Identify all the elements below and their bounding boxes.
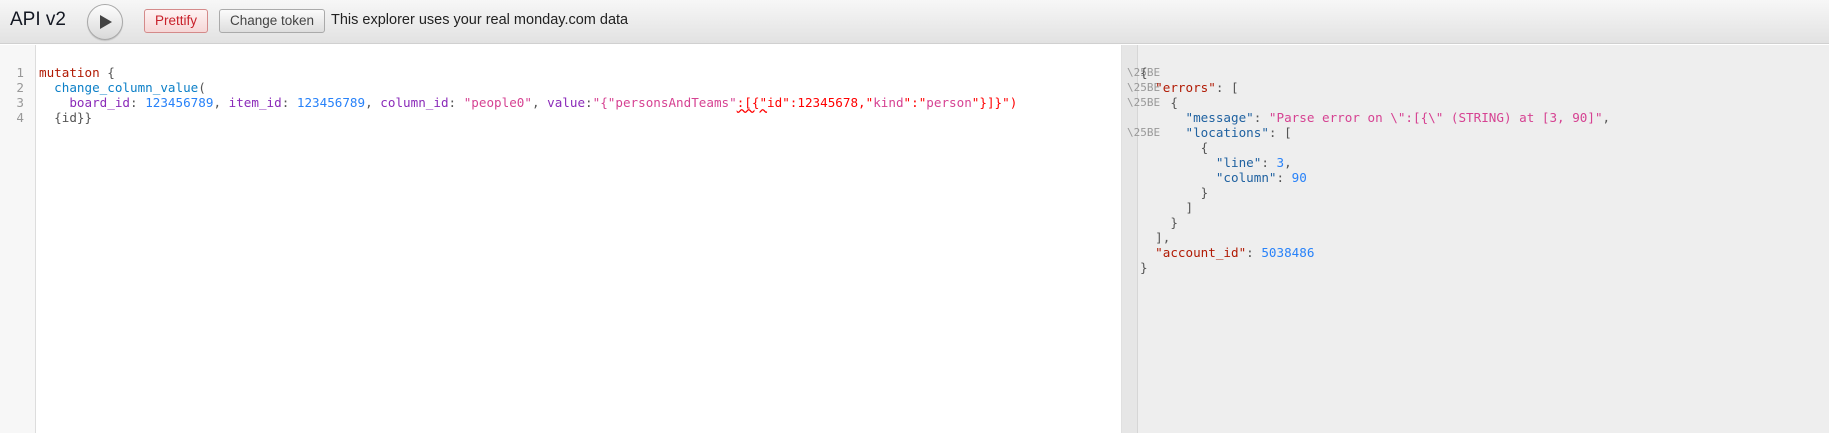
result-line: ] xyxy=(1140,200,1194,215)
query-editor[interactable]: 1 2 3 4 mutation { change_column_value( … xyxy=(0,45,1121,433)
punctuation-token: , xyxy=(531,95,548,110)
json-key: "column" xyxy=(1215,170,1277,185)
app-title: API v2 xyxy=(10,9,66,30)
punctuation-token: : xyxy=(281,95,297,110)
punctuation-token: : xyxy=(130,95,146,110)
result-line: } xyxy=(1140,215,1178,230)
punctuation-token: : xyxy=(1253,110,1269,125)
string-token: "people0" xyxy=(463,95,532,110)
field-token: change_column_value xyxy=(54,80,199,95)
punctuation-token: , xyxy=(365,95,381,110)
code-line[interactable]: change_column_value( xyxy=(39,80,206,95)
json-key: "locations" xyxy=(1185,125,1269,140)
line-number: 4 xyxy=(16,110,24,125)
argument-token: value xyxy=(547,95,586,110)
punctuation-token: ], xyxy=(1155,230,1171,245)
error-text-token: "}]}") xyxy=(971,95,1018,110)
line-number-gutter: 1 2 3 4 xyxy=(0,45,36,433)
result-line: "errors": [ xyxy=(1140,80,1239,95)
result-line: "account_id": 5038486 xyxy=(1140,245,1314,260)
line-number: 1 xyxy=(16,65,24,80)
json-number-value: 5038486 xyxy=(1261,245,1315,260)
result-line: "locations": [ xyxy=(1140,125,1292,140)
punctuation-token: : xyxy=(1246,245,1262,260)
result-line: { xyxy=(1140,65,1148,80)
punctuation-token: { xyxy=(1200,140,1209,155)
json-number-value: 90 xyxy=(1291,170,1307,185)
punctuation-token: : xyxy=(1276,170,1292,185)
code-line[interactable]: board_id: 123456789, item_id: 123456789,… xyxy=(39,95,1017,110)
punctuation-token: } xyxy=(1140,260,1148,275)
toolbar: API v2 Prettify Change token This explor… xyxy=(0,0,1829,44)
line-number: 2 xyxy=(16,80,24,95)
argument-token: item_id xyxy=(228,95,282,110)
error-text-token: id":12345678," xyxy=(767,95,874,110)
punctuation-token: } xyxy=(1200,185,1209,200)
string-token: "{"personsAndTeams" xyxy=(592,95,737,110)
run-query-button[interactable] xyxy=(87,4,123,40)
argument-token: board_id xyxy=(69,95,131,110)
line-number: 3 xyxy=(16,95,24,110)
json-key: "account_id" xyxy=(1155,245,1247,260)
result-line: { xyxy=(1140,95,1178,110)
punctuation-token: { xyxy=(1140,65,1148,80)
code-line[interactable]: {id}} xyxy=(39,110,92,125)
result-viewer[interactable]: \25BE \25BE \25BE \25BE { "errors": [ { … xyxy=(1121,45,1829,433)
result-line: "column": 90 xyxy=(1140,170,1307,185)
punctuation-token: , xyxy=(1602,110,1611,125)
punctuation-token: : xyxy=(1261,155,1277,170)
keyword-token: mutation xyxy=(39,65,100,80)
json-number-value: 3 xyxy=(1276,155,1285,170)
json-key: "errors" xyxy=(1155,80,1216,95)
json-string-value: "Parse error on \":[{\" (STRING) at [3, … xyxy=(1268,110,1603,125)
result-line: { xyxy=(1140,140,1209,155)
punctuation-token: } xyxy=(1170,215,1178,230)
punctuation-token: ] xyxy=(1185,200,1194,215)
play-icon xyxy=(100,15,112,29)
punctuation-token: : xyxy=(585,95,593,110)
result-line: "message": "Parse error on \":[{\" (STRI… xyxy=(1140,110,1611,125)
code-line[interactable]: mutation { xyxy=(39,65,115,80)
string-token: person xyxy=(926,95,972,110)
punctuation-token: { xyxy=(99,65,115,80)
prettify-button[interactable]: Prettify xyxy=(144,9,209,33)
number-token: 123456789 xyxy=(296,95,366,110)
selection-set-token: {id}} xyxy=(54,110,93,125)
number-token: 123456789 xyxy=(145,95,214,110)
argument-token: column_id xyxy=(380,95,449,110)
punctuation-token: , xyxy=(1284,155,1292,170)
punctuation-token: : [ xyxy=(1268,125,1292,140)
change-token-button[interactable]: Change token xyxy=(219,9,326,33)
string-token: kind xyxy=(873,95,904,110)
syntax-error-token: :[{" xyxy=(736,95,768,110)
result-line: ], xyxy=(1140,230,1170,245)
json-key: "line" xyxy=(1215,155,1262,170)
punctuation-token: : xyxy=(448,95,464,110)
result-line: } xyxy=(1140,260,1148,275)
json-key: "message" xyxy=(1185,110,1254,125)
data-notice: This explorer uses your real monday.com … xyxy=(331,12,629,28)
result-line: "line": 3, xyxy=(1140,155,1292,170)
punctuation-token: , xyxy=(213,95,229,110)
error-text-token: ":" xyxy=(903,95,927,110)
punctuation-token: { xyxy=(1170,95,1178,110)
punctuation-token: : [ xyxy=(1215,80,1239,95)
result-line: } xyxy=(1140,185,1209,200)
punctuation-token: ( xyxy=(198,80,206,95)
